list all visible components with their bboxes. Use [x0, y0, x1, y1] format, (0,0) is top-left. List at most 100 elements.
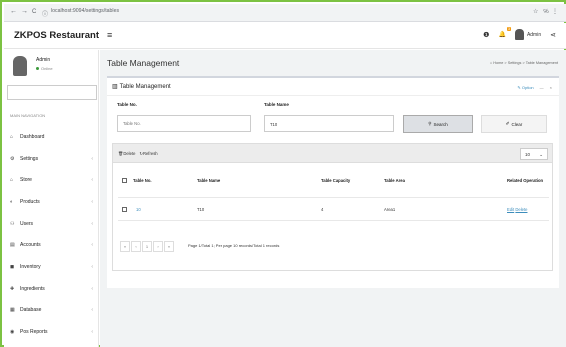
chevron-left-icon: ‹ — [91, 220, 93, 227]
page-size-select[interactable]: 10 ⌄ — [520, 148, 548, 160]
bookmark-star-icon[interactable]: ☆ — [533, 9, 538, 15]
table-no-input[interactable] — [117, 115, 251, 132]
table-icon: ▥ — [112, 84, 118, 90]
table-name-input[interactable]: T10 — [264, 115, 394, 132]
sidebar-item-label: Dashboard — [20, 133, 45, 140]
divider — [107, 95, 559, 96]
select-all-checkbox[interactable] — [122, 178, 127, 183]
breadcrumb-current: Table Management — [525, 61, 558, 65]
back-icon[interactable]: ← — [10, 8, 17, 15]
sidebar-item-database[interactable]: ▦ Database ‹ — [4, 300, 99, 322]
cell-table-no[interactable]: 10 — [136, 207, 141, 212]
sidebar-item-settings[interactable]: ⚙ Settings ‹ — [4, 148, 99, 170]
column-header-table-name[interactable]: Table Name — [197, 178, 220, 183]
edit-link[interactable]: Edit — [507, 207, 514, 212]
chevron-left-icon: ‹ — [91, 285, 93, 292]
column-header-operation: Related Operation — [507, 178, 544, 183]
collapse-icon[interactable]: — — [540, 85, 544, 90]
home-icon: ⌂ — [10, 177, 14, 184]
chevron-left-icon: ‹ — [91, 242, 93, 249]
delete-action-label: Delete — [123, 151, 136, 156]
table-grid: 🗑Delete ↻Refresh 10 ⌄ Table No. Table Na… — [112, 143, 553, 271]
column-header-area[interactable]: Table Area — [384, 178, 405, 183]
sidebar: Admin Online MAIN NAVIGATION ⌂ Dashboard… — [4, 50, 99, 347]
search-button[interactable]: ⚲ Search — [403, 115, 473, 133]
last-page-button[interactable]: » — [164, 241, 174, 252]
user-menu[interactable]: Admin — [514, 29, 542, 40]
avatar — [514, 29, 524, 40]
first-page-button[interactable]: « — [120, 241, 130, 252]
grid-actions: 🗑Delete ↻Refresh — [118, 151, 158, 157]
pagination-info: Page 1/Total 1; Per page 10 records/Tota… — [188, 243, 280, 248]
inventory-icon: ◼ — [10, 263, 15, 270]
chevron-left-icon: ‹ — [91, 329, 93, 336]
option-button[interactable]: ✎ Option — [517, 85, 533, 90]
reload-icon[interactable]: C — [32, 9, 36, 15]
sidebar-item-store[interactable]: ⌂ Store ‹ — [4, 169, 99, 191]
site-info-icon[interactable]: ⓘ — [42, 9, 48, 18]
database-icon: ▦ — [10, 307, 15, 314]
address-bar[interactable]: localhost:9094/settings/tables — [51, 8, 119, 14]
column-header-capacity[interactable]: Table Capacity — [321, 178, 350, 183]
chevron-left-icon: ‹ — [91, 198, 93, 205]
accounts-icon: ▤ — [10, 242, 15, 249]
current-page[interactable]: 1 — [142, 241, 152, 252]
clear-button-label: Clear — [511, 121, 523, 127]
status-text: Online — [41, 66, 53, 71]
forward-icon[interactable]: → — [21, 8, 28, 15]
info-icon[interactable]: ❶ — [483, 31, 489, 39]
sidebar-item-ingredients[interactable]: ✚ Ingredients ‹ — [4, 278, 99, 300]
sidebar-item-dashboard[interactable]: ⌂ Dashboard — [4, 126, 99, 148]
cell-table-name: T10 — [197, 207, 205, 212]
refresh-action[interactable]: ↻Refresh — [139, 151, 157, 157]
table-management-panel: ▥ Table Management ✎ Option — × Table No… — [107, 76, 559, 288]
next-page-button[interactable]: › — [153, 241, 163, 252]
sidebar-search-input[interactable] — [7, 85, 97, 100]
online-dot-icon — [36, 67, 39, 70]
brand-logo[interactable]: ZKPOS Restaurant — [14, 30, 99, 41]
reports-icon: ◉ — [10, 329, 15, 336]
screenshot-frame: ← → C ⓘ localhost:9094/settings/tables ☆… — [0, 0, 566, 347]
user-menu-label: Admin — [526, 31, 542, 38]
chevron-left-icon: ‹ — [91, 155, 93, 162]
prev-page-button[interactable]: ‹ — [131, 241, 141, 252]
share-icon[interactable]: ⋖ — [550, 31, 556, 39]
notification-badge: 3 — [506, 27, 511, 31]
close-icon[interactable]: × — [550, 85, 552, 90]
sidebar-item-users[interactable]: ⚇ Users ‹ — [4, 213, 99, 235]
sidebar-item-label: Ingredients — [20, 285, 45, 292]
cell-area: Area1 — [384, 207, 396, 212]
users-icon: ⚇ — [10, 220, 15, 227]
page-title: Table Management — [107, 58, 180, 68]
chevron-left-icon: ‹ — [91, 307, 93, 314]
chevron-left-icon: ‹ — [91, 263, 93, 270]
browser-menu-icon[interactable]: ⋮ — [552, 9, 558, 15]
panel-title-text: Table Management — [119, 83, 171, 90]
user-panel: Admin Online — [10, 54, 95, 80]
menu-toggle-icon[interactable]: ≡ — [107, 30, 112, 40]
sidebar-item-accounts[interactable]: ▤ Accounts ‹ — [4, 234, 99, 256]
search-button-label: Search — [433, 121, 448, 127]
extension-icon[interactable]: ℅ — [543, 9, 548, 15]
chevron-left-icon: ‹ — [91, 177, 93, 184]
cell-operations: Edit Delete — [507, 207, 528, 212]
sidebar-item-label: Database — [20, 307, 42, 314]
sidebar-item-inventory[interactable]: ◼ Inventory ‹ — [4, 256, 99, 278]
breadcrumb-settings[interactable]: Settings — [508, 61, 522, 65]
sidebar-item-label: Products — [20, 198, 40, 205]
sidebar-item-pos-reports[interactable]: ◉ Pos Reports ‹ — [4, 321, 99, 343]
sidebar-item-label: Settings — [20, 155, 39, 162]
sidebar-item-products[interactable]: ◐ Products ‹ — [4, 191, 99, 213]
column-header-table-no[interactable]: Table No. — [133, 178, 152, 183]
clear-button[interactable]: ✐ Clear — [481, 115, 547, 133]
notifications[interactable]: 🔔 3 — [498, 27, 511, 38]
sidebar-item-label: Pos Reports — [20, 329, 48, 336]
panel-tools: ✎ Option — × — [517, 85, 552, 90]
delete-link[interactable]: Delete — [515, 207, 527, 212]
row-divider — [118, 220, 549, 221]
grid-toolbar: 🗑Delete ↻Refresh 10 ⌄ — [113, 144, 552, 163]
row-checkbox[interactable] — [122, 207, 127, 212]
breadcrumb-home[interactable]: Home — [493, 61, 503, 65]
delete-action[interactable]: 🗑Delete — [118, 151, 135, 157]
dashboard-icon: ⌂ — [10, 133, 14, 140]
